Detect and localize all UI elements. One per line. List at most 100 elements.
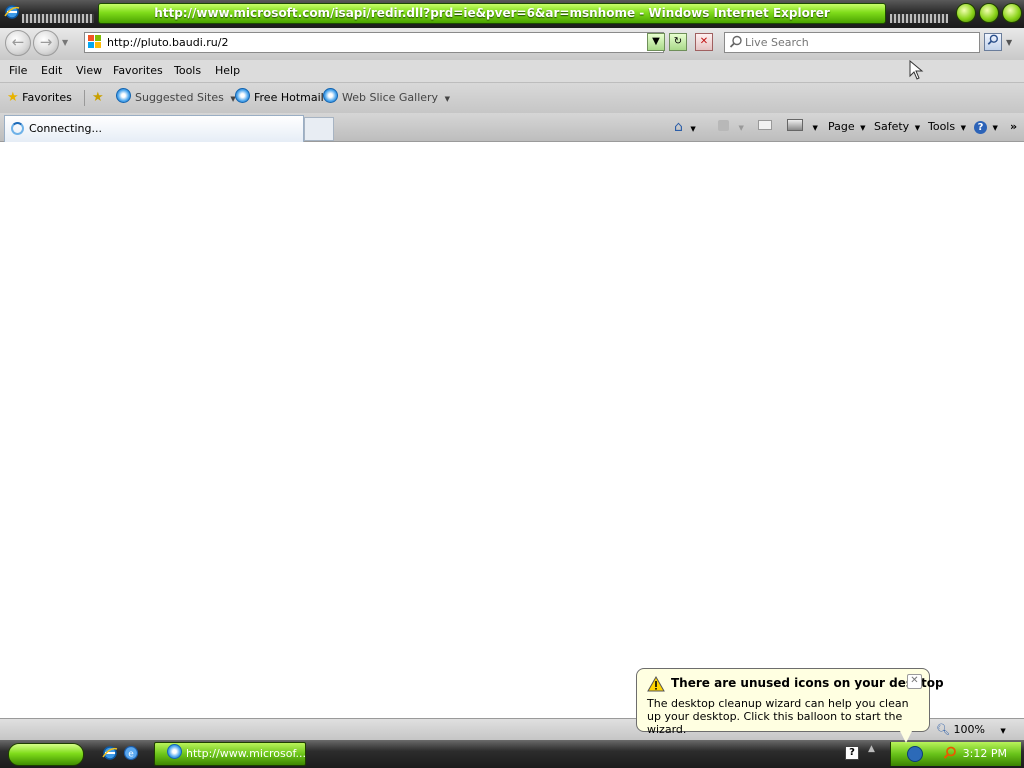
tab-label: Connecting... [29, 122, 102, 135]
search-box[interactable] [724, 32, 980, 53]
title-bar[interactable]: http://www.microsoft.com/isapi/redir.dll… [0, 0, 1024, 28]
chevron-down-icon: ▼ [690, 125, 696, 133]
search-go-button[interactable] [984, 33, 1002, 51]
address-dropdown-button[interactable]: ▼ [647, 33, 665, 51]
system-tray: 3:12 PM [890, 742, 1021, 766]
tools-menu-button[interactable]: Tools ▼ [928, 113, 966, 142]
quicklaunch-ie-icon[interactable] [102, 745, 118, 761]
window-title: http://www.microsoft.com/isapi/redir.dll… [98, 3, 886, 24]
page-menu-button[interactable]: Page ▼ [828, 113, 866, 142]
zoom-level: 100% [953, 723, 985, 736]
balloon-title: There are unused icons on your desktop [671, 676, 944, 690]
history-dropdown-icon[interactable]: ▼ [62, 38, 68, 47]
balloon-tail [898, 727, 914, 743]
feeds-button[interactable]: ▼ [718, 113, 744, 142]
menu-help[interactable]: Help [215, 60, 240, 82]
title-grip-left [22, 14, 94, 23]
tray-expand-icon[interactable]: ▲ [868, 744, 875, 754]
refresh-button[interactable]: ↻ [669, 33, 687, 51]
taskbar: e http://www.microsof... ? ▲ 3:12 PM [0, 740, 1024, 768]
favorites-label: Favorites [22, 91, 72, 104]
favorites-bar: ★ Favorites ★ Suggested Sites ▼ Free Hot… [0, 83, 1024, 113]
new-tab-button[interactable] [304, 117, 334, 141]
help-tray-icon[interactable]: ? [845, 746, 859, 760]
add-to-favorites-bar-button[interactable]: ★ [92, 83, 104, 113]
tools-menu-label: Tools [928, 120, 956, 133]
svg-text:e: e [128, 750, 134, 760]
web-slice-gallery-label: Web Slice Gallery [342, 91, 439, 104]
search-options-dropdown-icon[interactable]: ▼ [1006, 38, 1012, 47]
menu-bar: File Edit View Favorites Tools Help [0, 59, 1024, 83]
ie-page-icon [235, 88, 250, 103]
balloon-close-button[interactable]: ✕ [907, 674, 922, 689]
read-mail-button[interactable] [758, 113, 772, 141]
ie-task-icon [167, 744, 182, 759]
maximize-button[interactable] [979, 3, 999, 23]
web-slice-gallery-link[interactable]: Web Slice Gallery ▼ [323, 83, 450, 114]
menu-edit[interactable]: Edit [41, 60, 62, 82]
search-tray-icon[interactable] [943, 746, 957, 760]
menu-favorites[interactable]: Favorites [113, 60, 163, 82]
chevron-down-icon: ▼ [992, 124, 998, 132]
stop-button[interactable]: ✕ [695, 33, 713, 51]
warning-icon [647, 675, 665, 692]
menu-file[interactable]: File [9, 60, 27, 82]
search-input[interactable] [745, 33, 973, 52]
address-toolbar: ← → ▼ http://pluto.baudi.ru/2 ▼ ↻ ✕ ▼ [0, 28, 1024, 61]
mail-icon [758, 120, 772, 130]
chevron-down-icon: ▼ [812, 124, 818, 132]
zoom-icon: 🔍︎ [936, 723, 950, 736]
page-menu-label: Page [828, 120, 855, 133]
start-button[interactable] [8, 743, 84, 766]
notification-balloon[interactable]: There are unused icons on your desktop ✕… [636, 668, 944, 736]
chevron-down-icon: ▼ [914, 124, 921, 132]
chevron-down-icon: ▼ [960, 124, 966, 132]
zoom-control[interactable]: 🔍︎ 100% ▼ [936, 719, 1006, 742]
close-button[interactable] [1002, 3, 1022, 23]
chevron-down-icon: ▼ [444, 95, 450, 103]
magnifier-icon [987, 34, 998, 45]
help-icon: ? [974, 121, 987, 134]
taskbar-item-ie[interactable]: http://www.microsof... [154, 742, 306, 766]
favbar-separator [84, 90, 85, 106]
tab-row: Connecting... ⌂ ▼ ▼ ▼ Page ▼ Safety ▼ To… [0, 113, 1024, 142]
free-hotmail-label: Free Hotmail [254, 91, 324, 104]
ie-page-icon [323, 88, 338, 103]
loading-spinner-icon [11, 122, 24, 135]
clock[interactable]: 3:12 PM [963, 742, 1007, 766]
safety-menu-label: Safety [874, 120, 910, 133]
search-icon [729, 35, 743, 49]
page-content[interactable] [0, 142, 1024, 718]
free-hotmail-link[interactable]: Free Hotmail [235, 83, 324, 113]
add-favorite-icon: ★ [92, 90, 104, 105]
address-url: http://pluto.baudi.ru/2 [107, 36, 229, 49]
safety-menu-button[interactable]: Safety ▼ [874, 113, 920, 142]
quicklaunch-outlook-icon[interactable]: e [123, 745, 139, 761]
forward-button[interactable]: → [33, 30, 59, 56]
mouse-cursor-icon [908, 59, 926, 80]
balloon-body: The desktop cleanup wizard can help you … [647, 697, 909, 736]
tab-connecting[interactable]: Connecting... [4, 115, 304, 142]
taskbar-item-label: http://www.microsof... [186, 747, 306, 760]
printer-icon [787, 119, 803, 131]
suggested-sites-link[interactable]: Suggested Sites ▼ [116, 83, 236, 114]
chevron-down-icon: ▼ [860, 124, 866, 132]
title-grip-right [890, 14, 948, 23]
chevron-down-icon: ▼ [738, 124, 744, 132]
suggested-sites-label: Suggested Sites [135, 91, 224, 104]
favorites-star-icon: ★ [7, 90, 19, 105]
rss-feed-icon [718, 120, 729, 131]
menu-tools[interactable]: Tools [174, 60, 201, 82]
help-button[interactable]: ? ▼ [974, 113, 998, 142]
more-commands-chevron-icon[interactable]: » [1010, 113, 1017, 141]
info-tray-icon[interactable] [907, 746, 923, 762]
print-button[interactable]: ▼ [787, 113, 818, 142]
menu-view[interactable]: View [76, 60, 102, 82]
back-button[interactable]: ← [5, 30, 31, 56]
favorites-button[interactable]: ★ Favorites [7, 83, 72, 113]
home-button[interactable]: ⌂ ▼ [674, 113, 696, 143]
home-icon: ⌂ [674, 119, 683, 135]
ie-page-icon [116, 88, 131, 103]
address-field[interactable]: http://pluto.baudi.ru/2 [84, 32, 664, 53]
minimize-button[interactable] [956, 3, 976, 23]
